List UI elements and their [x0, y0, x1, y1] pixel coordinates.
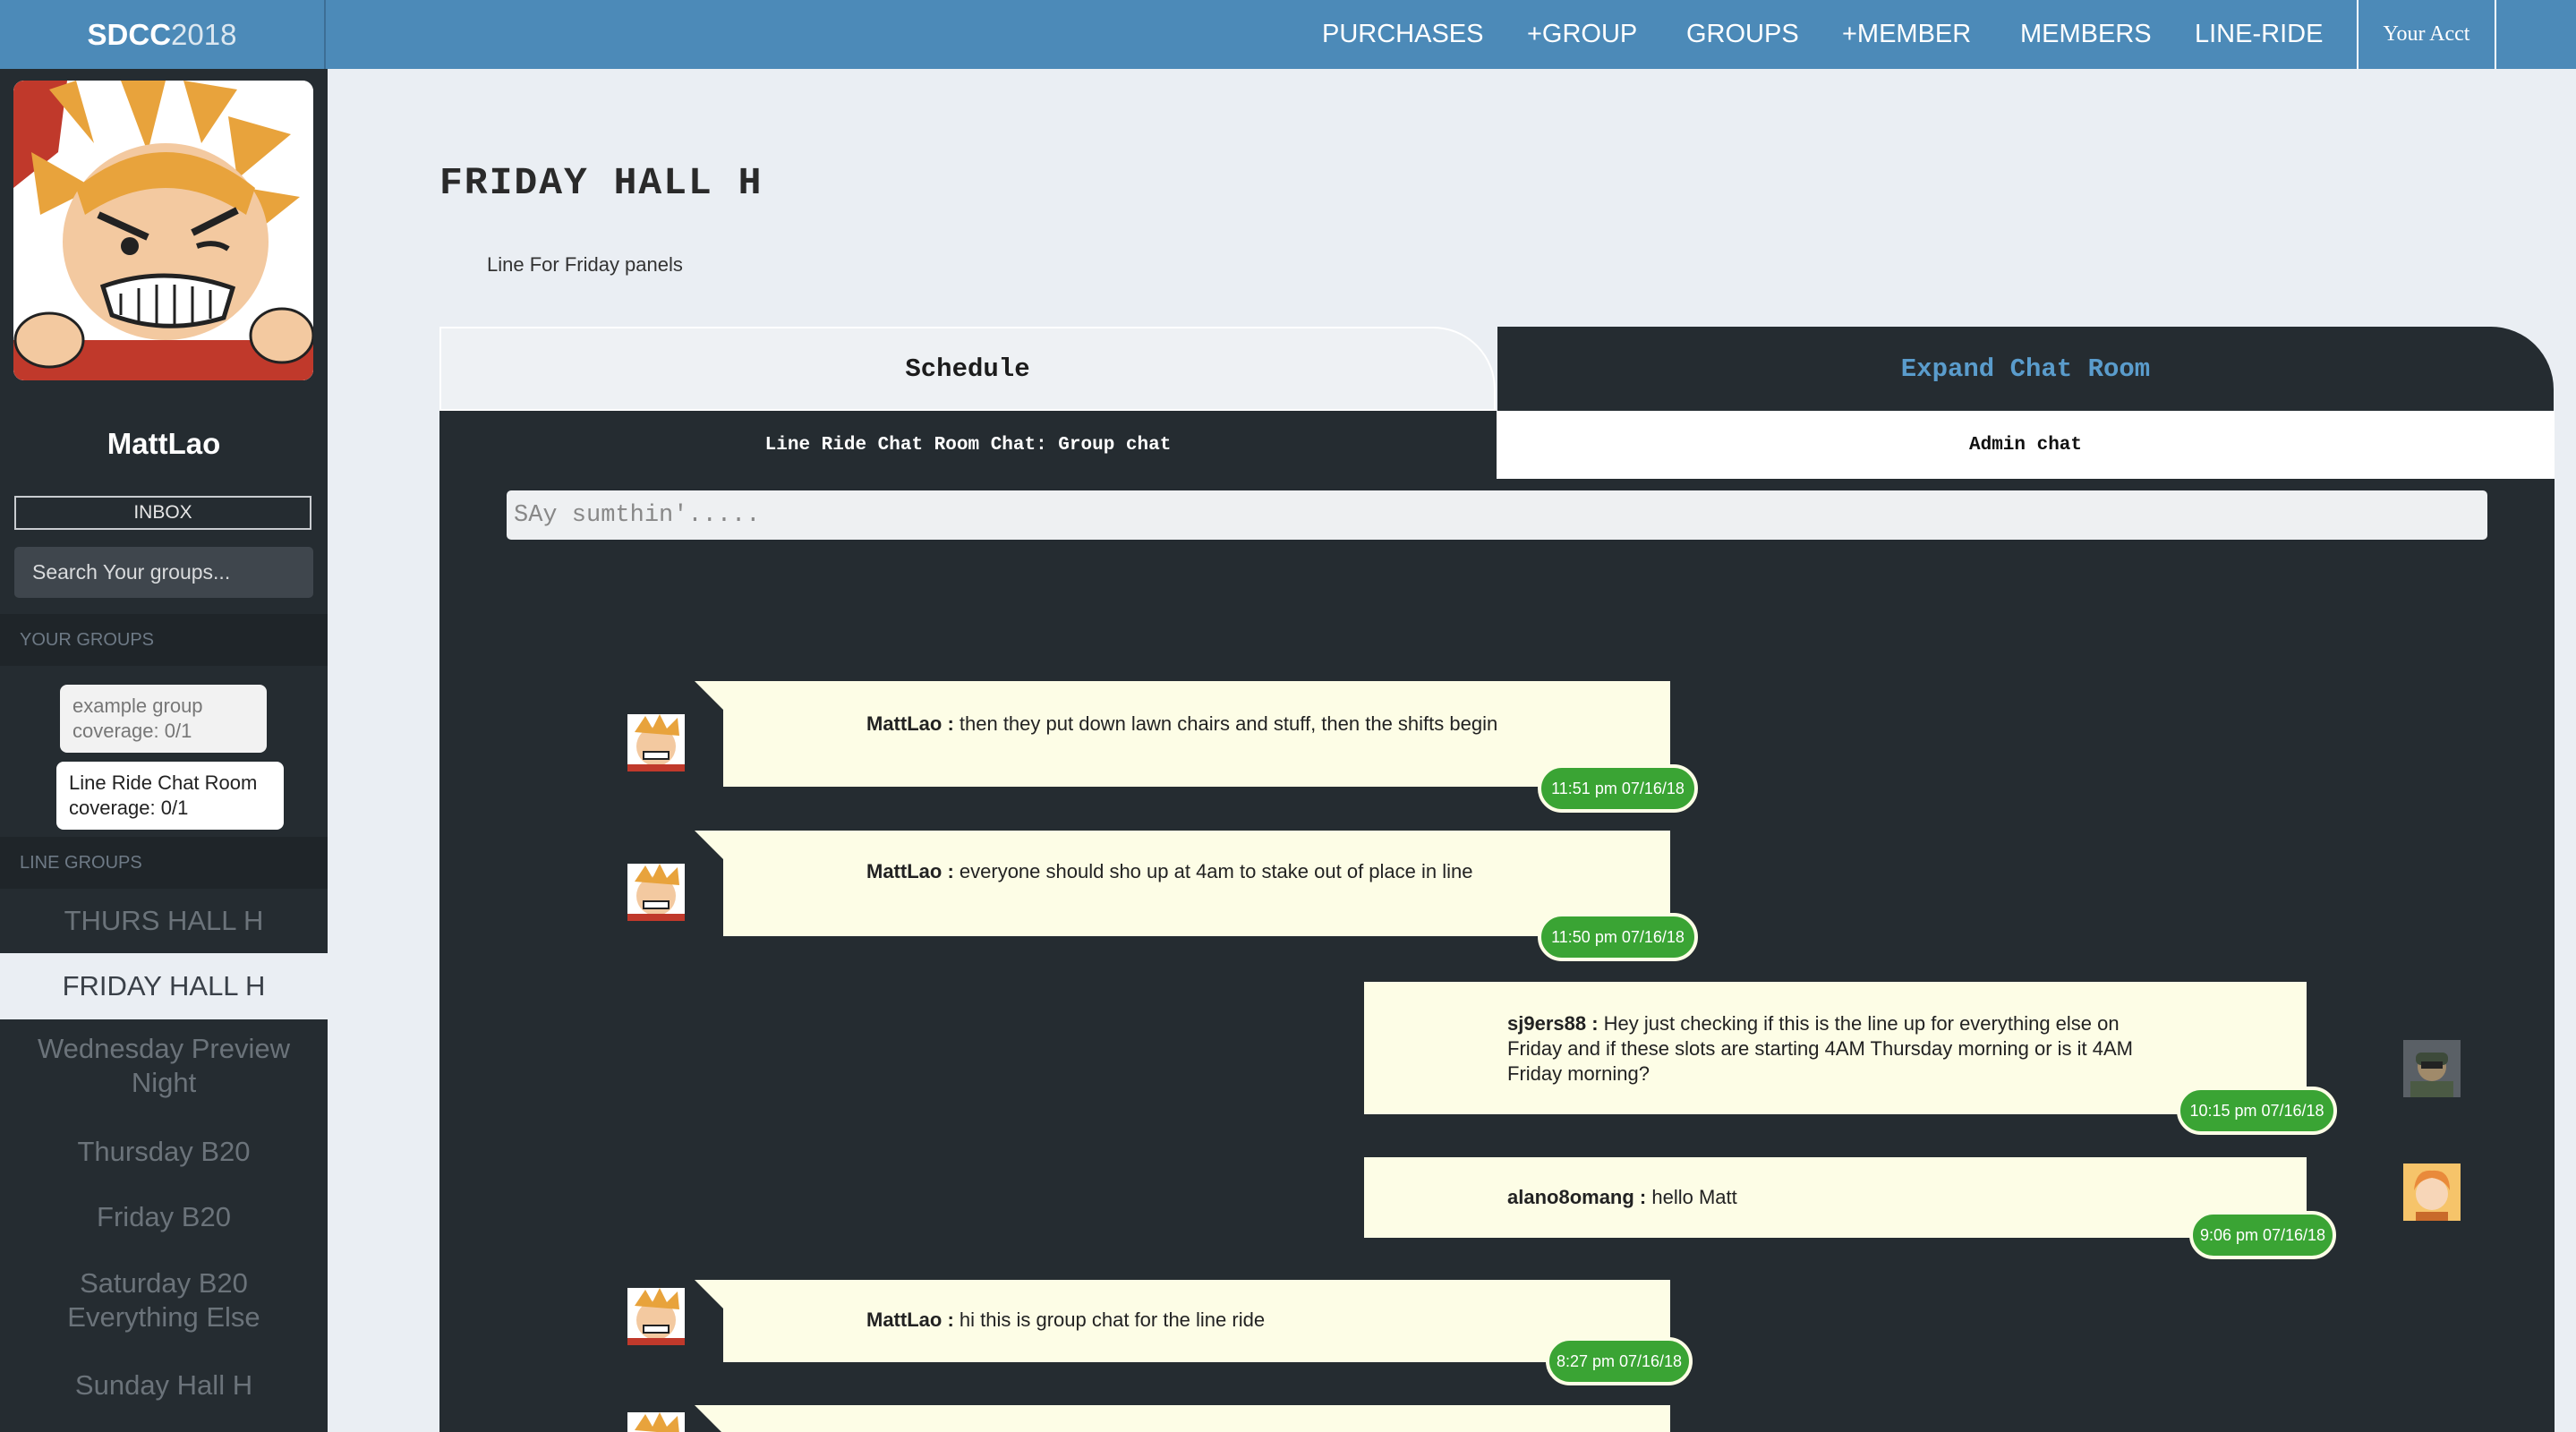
chat-message: MattLao : everyone should sho up at 4am …	[723, 831, 1670, 936]
chat-panel: Line Ride Chat Room Chat: Group chat Adm…	[439, 411, 2555, 1432]
line-group-sunday-hall-h[interactable]: Sunday Hall H	[0, 1368, 328, 1402]
bubble-tail	[695, 1405, 723, 1432]
line-group-thurs-hall-h[interactable]: THURS HALL H	[0, 889, 328, 953]
message-author: alano8omang :	[1507, 1186, 1647, 1208]
bubble-tail	[695, 681, 723, 710]
search-groups-input[interactable]	[14, 547, 313, 598]
avatar	[2403, 1040, 2461, 1097]
chat-message: MattLao : then they put down lawn chairs…	[723, 681, 1670, 787]
message-timestamp: 8:27 pm 07/16/18	[1546, 1337, 1693, 1385]
line-group-saturday-b20[interactable]: Saturday B20 Everything Else	[0, 1266, 328, 1334]
nav-add-member[interactable]: +MEMBER	[1842, 0, 1971, 69]
avatar	[627, 1412, 685, 1432]
user-avatar-icon	[627, 1288, 685, 1345]
chat-message-input[interactable]	[507, 490, 2487, 540]
message-timestamp: 9:06 pm 07/16/18	[2189, 1211, 2336, 1259]
page-title: FRIDAY HALL H	[439, 161, 763, 205]
tab-schedule[interactable]: Schedule	[439, 327, 1496, 411]
account-button[interactable]: Your Acct	[2357, 0, 2496, 69]
message-author: MattLao :	[866, 1308, 954, 1331]
message-author: MattLao :	[866, 712, 954, 735]
top-navbar: SDCC 2018 PURCHASES +GROUP GROUPS +MEMBER…	[0, 0, 2576, 69]
group-card-coverage: coverage: 0/1	[69, 797, 189, 819]
brand-year: 2018	[171, 17, 237, 51]
chat-message: alano8omang : hello Matt	[1364, 1157, 2307, 1238]
your-groups-header: YOUR GROUPS	[0, 614, 328, 666]
group-card-line-ride[interactable]: Line Ride Chat Room coverage: 0/1	[56, 762, 284, 830]
group-card-coverage: coverage: 0/1	[73, 720, 192, 742]
inbox-button[interactable]: INBOX	[14, 496, 311, 530]
avatar	[2403, 1164, 2461, 1221]
message-text: Hey just checking if this is the line up…	[1507, 1012, 2133, 1085]
message-text: hello Matt	[1651, 1186, 1737, 1208]
bubble-tail	[695, 831, 723, 859]
nav-purchases[interactable]: PURCHASES	[1322, 0, 1484, 69]
sidebar-username: MattLao	[107, 427, 221, 460]
chat-message-partial	[723, 1405, 1670, 1432]
tab-group-chat[interactable]: Line Ride Chat Room Chat: Group chat	[439, 411, 1497, 479]
brand-logo[interactable]: SDCC 2018	[0, 0, 326, 69]
group-card-name: example group	[73, 695, 203, 717]
line-groups-header: LINE GROUPS	[0, 837, 328, 889]
chat-message: sj9ers88 : Hey just checking if this is …	[1364, 982, 2307, 1114]
message-timestamp: 11:50 pm 07/16/18	[1538, 913, 1698, 961]
user-avatar-icon	[2403, 1040, 2461, 1097]
line-group-thursday-b20[interactable]: Thursday B20	[0, 1135, 328, 1169]
bubble-tail	[695, 1280, 723, 1308]
message-timestamp: 11:51 pm 07/16/18	[1538, 764, 1698, 813]
cartoon-avatar-image	[13, 81, 313, 380]
message-author: sj9ers88 :	[1507, 1012, 1599, 1035]
group-card-name: Line Ride Chat Room	[69, 771, 258, 794]
nav-add-group[interactable]: +GROUP	[1527, 0, 1637, 69]
user-avatar-icon	[627, 714, 685, 771]
profile-avatar[interactable]	[13, 81, 313, 380]
page-description: Line For Friday panels	[487, 253, 683, 276]
tab-expand-chat-room[interactable]: Expand Chat Room	[1497, 327, 2554, 411]
sidebar: MattLao INBOX YOUR GROUPS example group …	[0, 69, 328, 1432]
user-avatar-icon	[627, 864, 685, 921]
tab-admin-chat[interactable]: Admin chat	[1497, 411, 2555, 479]
avatar	[627, 1288, 685, 1345]
nav-line-ride[interactable]: LINE-RIDE	[2195, 0, 2323, 69]
nav-groups[interactable]: GROUPS	[1686, 0, 1799, 69]
line-group-wednesday-preview[interactable]: Wednesday Preview Night	[0, 1032, 328, 1100]
brand-name: SDCC	[87, 17, 172, 51]
line-group-friday-b20[interactable]: Friday B20	[0, 1200, 328, 1234]
message-text: then they put down lawn chairs and stuff…	[959, 712, 1498, 735]
message-author: MattLao :	[866, 860, 954, 882]
message-timestamp: 10:15 pm 07/16/18	[2177, 1087, 2337, 1135]
chat-message: MattLao : hi this is group chat for the …	[723, 1280, 1670, 1362]
message-text: everyone should sho up at 4am to stake o…	[959, 860, 1473, 882]
user-avatar-icon	[2403, 1164, 2461, 1221]
line-group-friday-hall-h[interactable]: FRIDAY HALL H	[0, 953, 328, 1019]
avatar	[627, 864, 685, 921]
group-card-example[interactable]: example group coverage: 0/1	[60, 685, 267, 753]
nav-members[interactable]: MEMBERS	[2020, 0, 2152, 69]
user-avatar-icon	[627, 1412, 685, 1432]
message-text: hi this is group chat for the line ride	[959, 1308, 1266, 1331]
avatar	[627, 714, 685, 771]
